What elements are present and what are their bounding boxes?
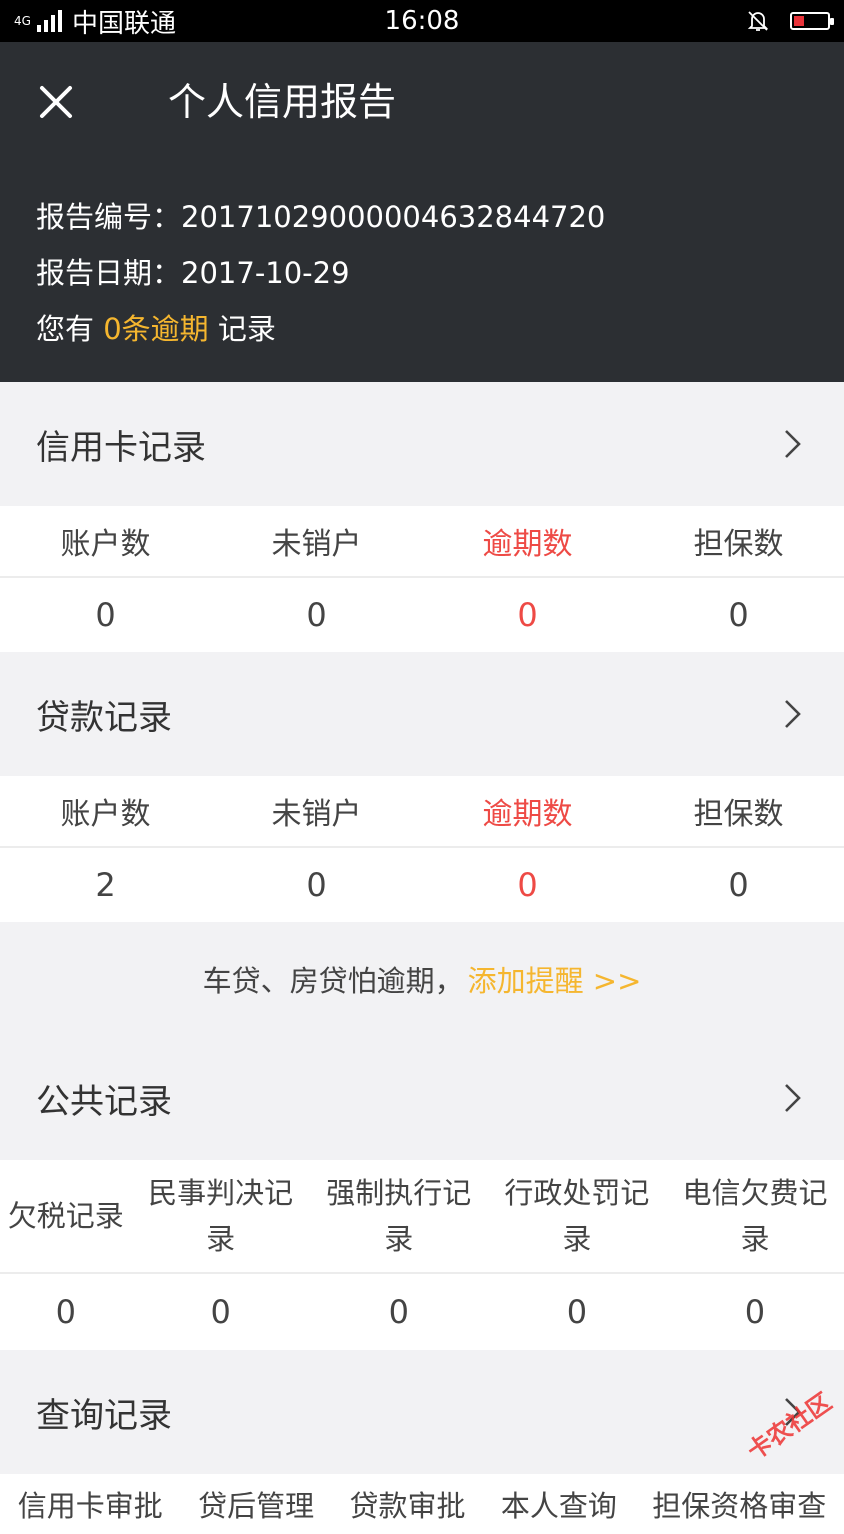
query-records-title: 查询记录: [36, 1395, 172, 1436]
column-admin-penalty: 行政处罚记录: [504, 1176, 650, 1256]
table-row: 0 0 0 0 0: [0, 1274, 844, 1350]
value-civil-judgment: 0: [210, 1293, 231, 1331]
overdue-count: 0条逾期: [103, 312, 209, 346]
loan-reminder: 车贷、房贷怕逾期， 添加提醒 >>: [0, 922, 844, 1036]
column-open-accounts: 未销户: [271, 797, 362, 832]
report-header: 个人信用报告 报告编号：20171029000004632844720 报告日期…: [0, 42, 844, 382]
column-guarantee: 担保数: [693, 527, 784, 562]
column-enforcement: 强制执行记录: [326, 1176, 472, 1256]
credit-card-section-header[interactable]: 信用卡记录: [0, 382, 844, 506]
value-telecom-arrears: 0: [744, 1293, 766, 1331]
close-icon[interactable]: [36, 82, 76, 122]
overdue-suffix: 记录: [208, 312, 276, 346]
public-records-title: 公共记录: [36, 1081, 172, 1122]
value-open-accounts: 0: [306, 866, 327, 904]
value-overdue: 0: [517, 596, 538, 634]
loan-table: 账户数 未销户 逾期数 担保数 2 0 0 0: [0, 776, 844, 922]
value-guarantee: 0: [728, 866, 749, 904]
public-records-table: 欠税记录 民事判决记录 强制执行记录 行政处罚记录 电信欠费记录 0 0 0 0…: [0, 1160, 844, 1350]
credit-card-title: 信用卡记录: [36, 427, 206, 468]
query-records-header-row: 信用卡审批 贷后管理 贷款审批 本人查询 担保资格审查: [0, 1474, 844, 1534]
value-overdue: 0: [517, 866, 538, 904]
add-reminder-link[interactable]: 添加提醒 >>: [468, 958, 642, 1000]
signal-icon: [36, 10, 62, 32]
status-right: [746, 9, 834, 33]
table-header-row: 欠税记录 民事判决记录 强制执行记录 行政处罚记录 电信欠费记录: [0, 1160, 844, 1274]
value-admin-penalty: 0: [566, 1293, 588, 1331]
value-guarantee: 0: [728, 596, 749, 634]
value-accounts: 0: [95, 596, 116, 634]
status-left: 4G 中国联通: [14, 3, 176, 40]
value-enforcement: 0: [388, 1293, 409, 1331]
column-self-query: 本人查询: [500, 1489, 617, 1523]
report-number: 报告编号：20171029000004632844720: [36, 194, 605, 236]
network-type-indicator: 4G: [14, 14, 31, 28]
overdue-prefix: 您有: [36, 312, 104, 346]
report-date-label: 报告日期：: [36, 256, 182, 290]
value-accounts: 2: [95, 866, 116, 904]
overdue-summary: 您有 0条逾期 记录: [36, 306, 276, 348]
battery-level: [794, 16, 804, 26]
table-header-row: 账户数 未销户 逾期数 担保数: [0, 776, 844, 848]
report-number-value: 20171029000004632844720: [181, 200, 606, 234]
column-overdue: 逾期数: [482, 527, 573, 562]
report-date: 报告日期：2017-10-29: [36, 250, 350, 292]
battery-icon: [790, 12, 834, 30]
column-overdue: 逾期数: [482, 797, 573, 832]
column-loan-approval: 贷款审批: [349, 1489, 466, 1523]
column-card-approval: 信用卡审批: [17, 1489, 163, 1523]
column-post-loan: 贷后管理: [198, 1489, 315, 1523]
query-records-section-header[interactable]: 查询记录: [0, 1350, 844, 1474]
notification-muted-icon: [747, 11, 769, 31]
value-tax-arrears: 0: [55, 1293, 76, 1331]
chevron-right-icon: [785, 430, 801, 458]
chevron-right-icon: [785, 700, 801, 728]
reminder-text: 车贷、房贷怕逾期，: [202, 964, 464, 998]
chevron-right-icon: [785, 1084, 801, 1112]
column-tax-arrears: 欠税记录: [7, 1199, 124, 1233]
column-guarantee-review: 担保资格审查: [652, 1489, 827, 1523]
clock: 16:08: [384, 6, 460, 36]
report-number-label: 报告编号：: [36, 200, 182, 234]
loan-section-header[interactable]: 贷款记录: [0, 652, 844, 776]
column-open-accounts: 未销户: [271, 527, 362, 562]
credit-card-table: 账户数 未销户 逾期数 担保数 0 0 0 0: [0, 506, 844, 652]
column-accounts: 账户数: [60, 797, 151, 832]
column-telecom-arrears: 电信欠费记录: [682, 1176, 828, 1256]
status-bar: 4G 中国联通 16:08: [0, 0, 844, 42]
table-header-row: 账户数 未销户 逾期数 担保数: [0, 506, 844, 578]
loan-title: 贷款记录: [36, 697, 172, 738]
carrier-name: 中国联通: [71, 8, 176, 39]
report-date-value: 2017-10-29: [181, 256, 350, 290]
column-guarantee: 担保数: [693, 797, 784, 832]
page-title: 个人信用报告: [168, 80, 397, 124]
table-row: 0 0 0 0: [0, 578, 844, 652]
public-records-section-header[interactable]: 公共记录: [0, 1036, 844, 1160]
column-accounts: 账户数: [60, 527, 151, 562]
table-row: 2 0 0 0: [0, 848, 844, 922]
column-civil-judgment: 民事判决记录: [148, 1176, 294, 1256]
value-open-accounts: 0: [306, 596, 327, 634]
